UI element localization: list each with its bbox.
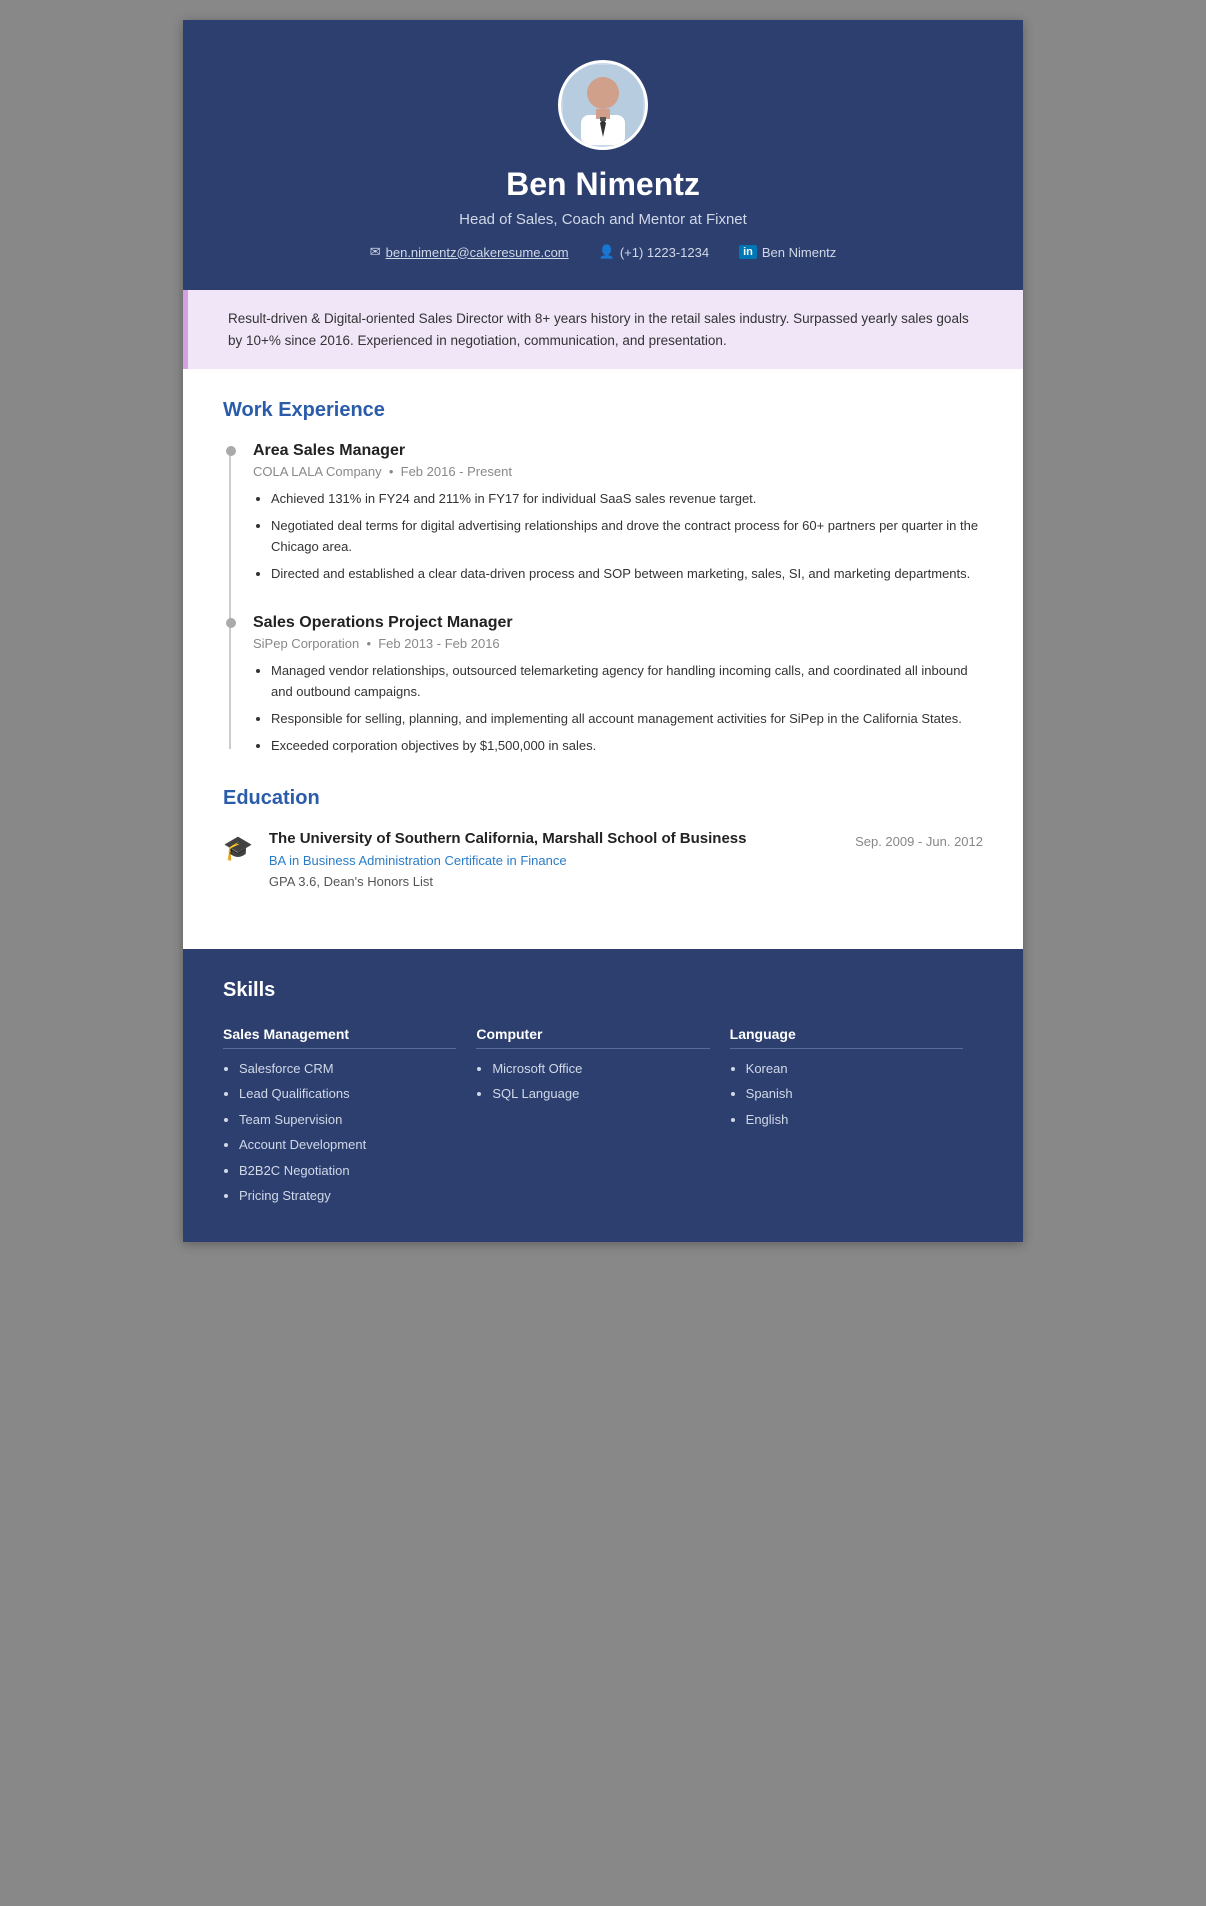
skills-title: Skills [223,979,983,1002]
header-section: Ben Nimentz Head of Sales, Coach and Men… [183,20,1023,290]
resume-container: Ben Nimentz Head of Sales, Coach and Men… [183,20,1023,1242]
skill-sql: SQL Language [492,1084,709,1104]
phone-number: (+1) 1223-1234 [620,245,709,260]
bullet-2-3: Exceeded corporation objectives by $1,50… [271,736,983,757]
edu-dates-1: Sep. 2009 - Jun. 2012 [855,834,983,849]
bullet-1-3: Directed and established a clear data-dr… [271,564,983,585]
skills-list-sales: Salesforce CRM Lead Qualifications Team … [223,1059,456,1206]
avatar [558,60,648,150]
job-bullets-2: Managed vendor relationships, outsourced… [253,661,983,756]
work-experience-section: Work Experience Area Sales Manager COLA … [223,399,983,756]
job-role-1: Area Sales Manager [253,442,983,460]
work-item-1: Area Sales Manager COLA LALA Company • F… [253,442,983,584]
education-title: Education [223,787,983,810]
job-bullets-1: Achieved 131% in FY24 and 211% in FY17 f… [253,489,983,584]
work-timeline: Area Sales Manager COLA LALA Company • F… [223,442,983,756]
job-company-1: COLA LALA Company • Feb 2016 - Present [253,464,983,479]
company-name-1: COLA LALA Company [253,464,382,479]
skills-list-language: Korean Spanish English [730,1059,963,1130]
skills-col-title-sales: Sales Management [223,1026,456,1049]
linkedin-name: Ben Nimentz [762,245,836,260]
job-dates-1: Feb 2016 - Present [401,464,512,479]
edu-degree-1: BA in Business Administration Certificat… [269,853,983,868]
email-icon: ✉ [370,244,381,260]
contact-phone: 👤 (+1) 1223-1234 [599,244,709,260]
summary-section: Result-driven & Digital-oriented Sales D… [183,290,1023,369]
bullet-2-1: Managed vendor relationships, outsourced… [271,661,983,703]
contact-email: ✉ ben.nimentz@cakeresume.com [370,244,569,260]
edu-body-1: The University of Southern California, M… [269,830,983,889]
header-name: Ben Nimentz [203,166,1003,203]
edu-row-1: The University of Southern California, M… [269,830,983,853]
header-contacts: ✉ ben.nimentz@cakeresume.com 👤 (+1) 1223… [203,244,1003,260]
edu-gpa-1: GPA 3.6, Dean's Honors List [269,874,983,889]
work-dot-1 [226,446,236,456]
skill-msoffice: Microsoft Office [492,1059,709,1079]
education-section: Education 🎓 The University of Southern C… [223,787,983,889]
main-content: Work Experience Area Sales Manager COLA … [183,369,1023,948]
job-company-2: SiPep Corporation • Feb 2013 - Feb 2016 [253,636,983,651]
skills-columns: Sales Management Salesforce CRM Lead Qua… [223,1026,983,1212]
skills-col-sales: Sales Management Salesforce CRM Lead Qua… [223,1026,476,1212]
job-role-2: Sales Operations Project Manager [253,614,983,632]
skill-b2b2c: B2B2C Negotiation [239,1161,456,1181]
skills-col-title-computer: Computer [476,1026,709,1049]
work-experience-title: Work Experience [223,399,983,422]
edu-school-1: The University of Southern California, M… [269,830,747,847]
skill-salesforce: Salesforce CRM [239,1059,456,1079]
bullet-2-2: Responsible for selling, planning, and i… [271,709,983,730]
skill-pricing: Pricing Strategy [239,1186,456,1206]
skill-account-dev: Account Development [239,1135,456,1155]
skills-list-computer: Microsoft Office SQL Language [476,1059,709,1104]
phone-icon: 👤 [599,244,615,260]
company-name-2: SiPep Corporation [253,636,359,651]
bullet-1-1: Achieved 131% in FY24 and 211% in FY17 f… [271,489,983,510]
work-item-2: Sales Operations Project Manager SiPep C… [253,614,983,756]
skill-spanish: Spanish [746,1084,963,1104]
avatar-wrapper [203,60,1003,150]
skill-english: English [746,1110,963,1130]
linkedin-icon: in [739,245,757,259]
skills-col-title-language: Language [730,1026,963,1049]
graduation-icon: 🎓 [223,834,253,863]
email-link[interactable]: ben.nimentz@cakeresume.com [386,245,569,260]
skill-team-supervision: Team Supervision [239,1110,456,1130]
bullet-1-2: Negotiated deal terms for digital advert… [271,516,983,558]
summary-text: Result-driven & Digital-oriented Sales D… [228,311,969,348]
skills-col-language: Language Korean Spanish English [730,1026,983,1212]
work-dot-2 [226,618,236,628]
skills-section: Skills Sales Management Salesforce CRM L… [183,949,1023,1242]
skills-col-computer: Computer Microsoft Office SQL Language [476,1026,729,1212]
header-title: Head of Sales, Coach and Mentor at Fixne… [203,211,1003,228]
skill-korean: Korean [746,1059,963,1079]
edu-item-1: 🎓 The University of Southern California,… [223,830,983,889]
contact-linkedin: in Ben Nimentz [739,244,836,260]
skill-lead-qual: Lead Qualifications [239,1084,456,1104]
job-dates-2: Feb 2013 - Feb 2016 [378,636,499,651]
